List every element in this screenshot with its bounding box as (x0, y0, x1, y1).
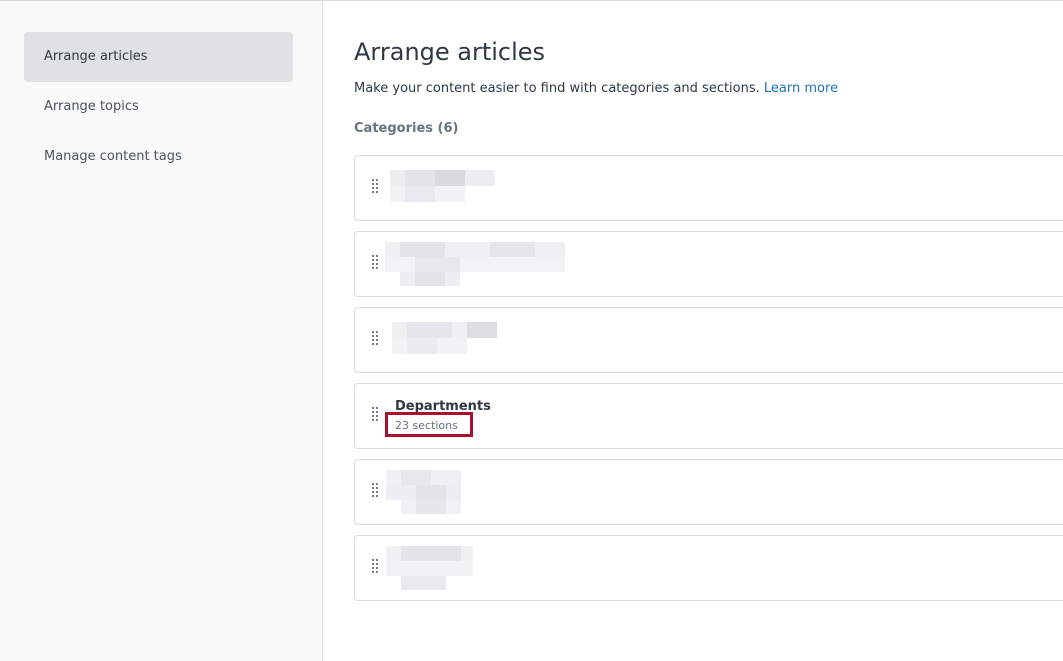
page-description: Make your content easier to find with ca… (354, 80, 838, 98)
grip-vertical-icon[interactable] (371, 558, 379, 574)
category-card[interactable] (354, 535, 1063, 601)
page-title: Arrange articles (354, 38, 546, 66)
grip-vertical-icon[interactable] (371, 482, 379, 498)
categories-heading: Categories (6) (354, 121, 459, 136)
category-card[interactable] (354, 307, 1063, 373)
grip-vertical-icon[interactable] (371, 254, 379, 270)
sidebar-item-manage-content-tags[interactable]: Manage content tags (24, 132, 293, 182)
category-card[interactable] (354, 231, 1063, 297)
category-card[interactable] (354, 155, 1063, 221)
app-frame: Arrange articles Arrange topics Manage c… (0, 0, 1063, 661)
sidebar-item-arrange-articles[interactable]: Arrange articles (24, 32, 293, 82)
sidebar: Arrange articles Arrange topics Manage c… (0, 1, 323, 661)
main-content: Arrange articles Make your content easie… (354, 1, 1063, 661)
category-card[interactable] (354, 459, 1063, 525)
sidebar-item-arrange-topics[interactable]: Arrange topics (24, 82, 293, 132)
grip-vertical-icon[interactable] (371, 178, 379, 194)
grip-vertical-icon[interactable] (371, 406, 379, 422)
description-text: Make your content easier to find with ca… (354, 81, 760, 96)
grip-vertical-icon[interactable] (371, 330, 379, 346)
highlight-box (385, 412, 473, 437)
learn-more-link[interactable]: Learn more (764, 81, 838, 96)
category-card-departments[interactable]: Departments 23 sections (354, 383, 1063, 449)
